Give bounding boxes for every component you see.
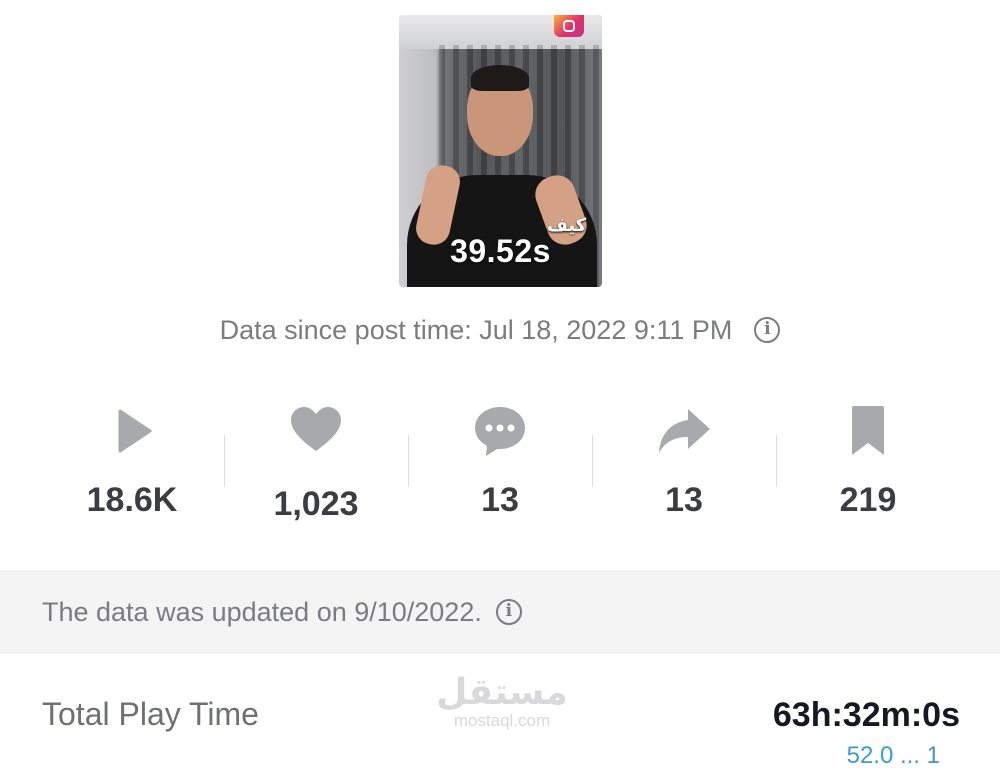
update-notice-text: The data was updated on 9/10/2022. <box>42 596 482 627</box>
comment-icon <box>475 407 525 456</box>
video-thumbnail[interactable]: كيف 39.52s <box>399 15 602 287</box>
bookmark-icon <box>852 406 884 455</box>
video-duration: 39.52s <box>450 233 551 269</box>
thumbnail-person-hair <box>471 65 529 91</box>
update-notice-bar: The data was updated on 9/10/2022. i <box>0 570 1000 654</box>
heart-icon <box>291 407 341 451</box>
info-icon[interactable]: i <box>754 317 781 343</box>
play-icon <box>118 409 152 453</box>
post-time-info: Data since post time: Jul 18, 2022 9:11 … <box>0 310 1000 350</box>
post-time-text: Data since post time: Jul 18, 2022 9:11 … <box>219 314 733 345</box>
total-play-time-label: Total Play Time <box>42 696 259 732</box>
info-icon[interactable]: i <box>495 599 522 625</box>
stat-likes-value: 1,023 <box>273 485 359 523</box>
stat-saves: 219 <box>776 395 960 535</box>
stat-comments-value: 13 <box>481 481 519 519</box>
stat-comments: 13 <box>408 395 592 535</box>
share-icon <box>659 409 710 453</box>
total-play-time-row: Total Play Time 63h:32m:0s 52.0 ... 1 <box>0 680 1000 769</box>
stat-shares: 13 <box>592 395 776 535</box>
stat-likes: 1,023 <box>224 395 408 535</box>
stat-saves-value: 219 <box>839 481 897 519</box>
total-play-time-subtext: 52.0 ... 1 <box>846 742 940 769</box>
stat-shares-value: 13 <box>665 481 703 519</box>
stat-views: 18.6K <box>40 395 224 535</box>
stat-views-value: 18.6K <box>86 481 178 519</box>
stats-row: 18.6K 1,023 13 13 219 <box>40 395 960 535</box>
total-play-time-value: 63h:32m:0s <box>772 696 960 734</box>
instagram-icon <box>554 15 584 37</box>
